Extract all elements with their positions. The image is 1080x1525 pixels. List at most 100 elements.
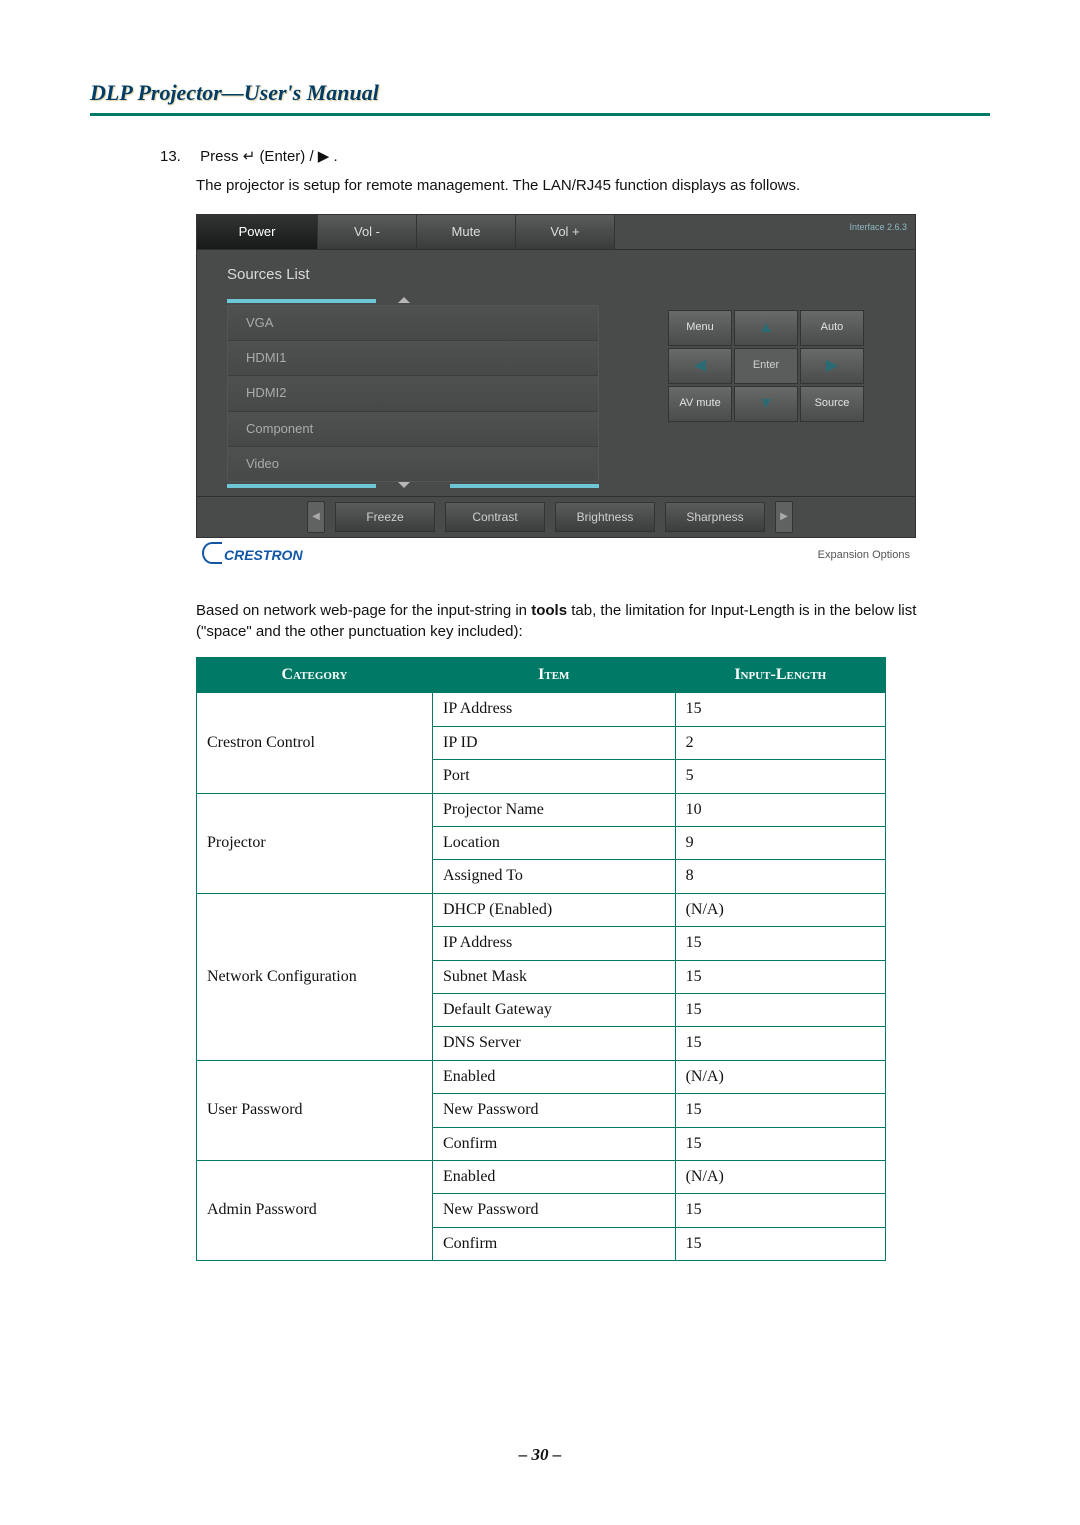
- source-vga[interactable]: VGA: [228, 306, 598, 341]
- nav-left-button[interactable]: ◀: [668, 348, 732, 384]
- mute-button[interactable]: Mute: [417, 215, 516, 249]
- page: DLP Projector—User's Manual 13. Press ↵ …: [0, 0, 1080, 1525]
- length-cell: 2: [675, 726, 885, 759]
- step-text-suffix: .: [334, 148, 338, 165]
- header-rule: [90, 113, 990, 116]
- crestron-panel: Power Vol - Mute Vol + Interface 2.6.3 S…: [196, 214, 916, 570]
- category-cell: User Password: [197, 1060, 433, 1160]
- vol-up-button[interactable]: Vol +: [516, 215, 615, 249]
- crestron-logo: CRESTRON: [202, 546, 303, 566]
- sources-column: Sources List VGA HDMI1 HDMI2 Component V…: [197, 250, 617, 496]
- auto-button[interactable]: Auto: [800, 310, 864, 346]
- item-cell: DHCP (Enabled): [433, 893, 676, 926]
- source-hdmi1[interactable]: HDMI1: [228, 341, 598, 376]
- panel-body: Sources List VGA HDMI1 HDMI2 Component V…: [197, 250, 915, 496]
- length-cell: 15: [675, 927, 885, 960]
- source-hdmi2[interactable]: HDMI2: [228, 376, 598, 411]
- category-cell: Network Configuration: [197, 893, 433, 1060]
- table-row: Network ConfigurationDHCP (Enabled)(N/A): [197, 893, 886, 926]
- step-line: 13. Press ↵ (Enter) / ▶ .: [160, 146, 970, 167]
- power-button[interactable]: Power: [197, 215, 318, 249]
- category-cell: Crestron Control: [197, 693, 433, 793]
- item-cell: IP ID: [433, 726, 676, 759]
- avmute-button[interactable]: AV mute: [668, 386, 732, 422]
- item-cell: Enabled: [433, 1060, 676, 1093]
- item-cell: Assigned To: [433, 860, 676, 893]
- nav-column: Menu ▲ Auto ◀ Enter ▶ AV mute ▼ Source: [617, 250, 915, 496]
- panel-topbar: Power Vol - Mute Vol + Interface 2.6.3: [197, 215, 915, 250]
- content-body: 13. Press ↵ (Enter) / ▶ . The projector …: [90, 146, 990, 1261]
- col-category: Category: [197, 658, 433, 693]
- menu-button[interactable]: Menu: [668, 310, 732, 346]
- table-body: Crestron ControlIP Address15IP ID2Port5P…: [197, 693, 886, 1261]
- input-length-table: Category Item Input-Length Crestron Cont…: [196, 657, 886, 1261]
- down-arrow-icon: ▼: [758, 393, 774, 415]
- right-nav-arrow-icon: ▶: [826, 355, 838, 377]
- up-arrow-icon: ▲: [758, 317, 774, 339]
- sources-list: VGA HDMI1 HDMI2 Component Video: [227, 305, 599, 482]
- item-cell: Confirm: [433, 1227, 676, 1260]
- length-cell: 10: [675, 793, 885, 826]
- length-cell: 15: [675, 1194, 885, 1227]
- col-item: Item: [433, 658, 676, 693]
- source-button[interactable]: Source: [800, 386, 864, 422]
- freeze-button[interactable]: Freeze: [335, 502, 435, 532]
- item-cell: New Password: [433, 1194, 676, 1227]
- length-cell: 15: [675, 1094, 885, 1127]
- nav-up-button[interactable]: ▲: [734, 310, 798, 346]
- item-cell: Confirm: [433, 1127, 676, 1160]
- category-cell: Admin Password: [197, 1160, 433, 1260]
- length-cell: (N/A): [675, 1160, 885, 1193]
- item-cell: Port: [433, 760, 676, 793]
- bottombar-scroll-right[interactable]: ▶: [775, 501, 793, 533]
- left-arrow-icon: ◀: [694, 355, 706, 377]
- nav-right-button[interactable]: ▶: [800, 348, 864, 384]
- table-row: User PasswordEnabled(N/A): [197, 1060, 886, 1093]
- table-head: Category Item Input-Length: [197, 658, 886, 693]
- nav-grid: Menu ▲ Auto ◀ Enter ▶ AV mute ▼ Source: [668, 310, 864, 422]
- item-cell: Location: [433, 826, 676, 859]
- scroll-up-icon[interactable]: [398, 297, 410, 303]
- length-cell: 15: [675, 693, 885, 726]
- explanation-paragraph: Based on network web-page for the input-…: [160, 600, 970, 644]
- bottombar-scroll-left[interactable]: ◀: [307, 501, 325, 533]
- brightness-button[interactable]: Brightness: [555, 502, 655, 532]
- source-video[interactable]: Video: [228, 447, 598, 481]
- table-row: Crestron ControlIP Address15: [197, 693, 886, 726]
- explain-before: Based on network web-page for the input-…: [196, 602, 531, 619]
- sharpness-button[interactable]: Sharpness: [665, 502, 765, 532]
- length-cell: 15: [675, 1127, 885, 1160]
- contrast-button[interactable]: Contrast: [445, 502, 545, 532]
- topbar-filler: Interface 2.6.3: [615, 215, 915, 249]
- source-component[interactable]: Component: [228, 412, 598, 447]
- length-cell: 5: [675, 760, 885, 793]
- col-input-length: Input-Length: [675, 658, 885, 693]
- length-cell: 15: [675, 993, 885, 1026]
- interface-version: Interface 2.6.3: [849, 221, 907, 234]
- length-cell: 15: [675, 1227, 885, 1260]
- vol-down-button[interactable]: Vol -: [318, 215, 417, 249]
- item-cell: IP Address: [433, 927, 676, 960]
- sources-bottom-rule: [227, 484, 599, 488]
- nav-down-button[interactable]: ▼: [734, 386, 798, 422]
- length-cell: 15: [675, 960, 885, 993]
- sources-top-rule: [227, 299, 599, 303]
- item-cell: Subnet Mask: [433, 960, 676, 993]
- scroll-down-icon[interactable]: [398, 482, 410, 488]
- step-text-mid: (Enter) /: [259, 148, 317, 165]
- item-cell: Default Gateway: [433, 993, 676, 1026]
- page-number: – 30 –: [0, 1445, 1080, 1465]
- enter-button[interactable]: Enter: [734, 348, 798, 384]
- explain-bold: tools: [531, 602, 567, 619]
- step-text-prefix: Press: [200, 148, 243, 165]
- item-cell: IP Address: [433, 693, 676, 726]
- right-arrow-icon: ▶: [318, 148, 330, 165]
- panel-bottombar: ◀ Freeze Contrast Brightness Sharpness ▶: [197, 496, 915, 537]
- table-row: ProjectorProjector Name10: [197, 793, 886, 826]
- enter-return-icon: ↵: [243, 148, 256, 165]
- item-cell: Enabled: [433, 1160, 676, 1193]
- item-cell: Projector Name: [433, 793, 676, 826]
- expansion-options-link[interactable]: Expansion Options: [818, 548, 910, 563]
- length-cell: 15: [675, 1027, 885, 1060]
- length-cell: (N/A): [675, 1060, 885, 1093]
